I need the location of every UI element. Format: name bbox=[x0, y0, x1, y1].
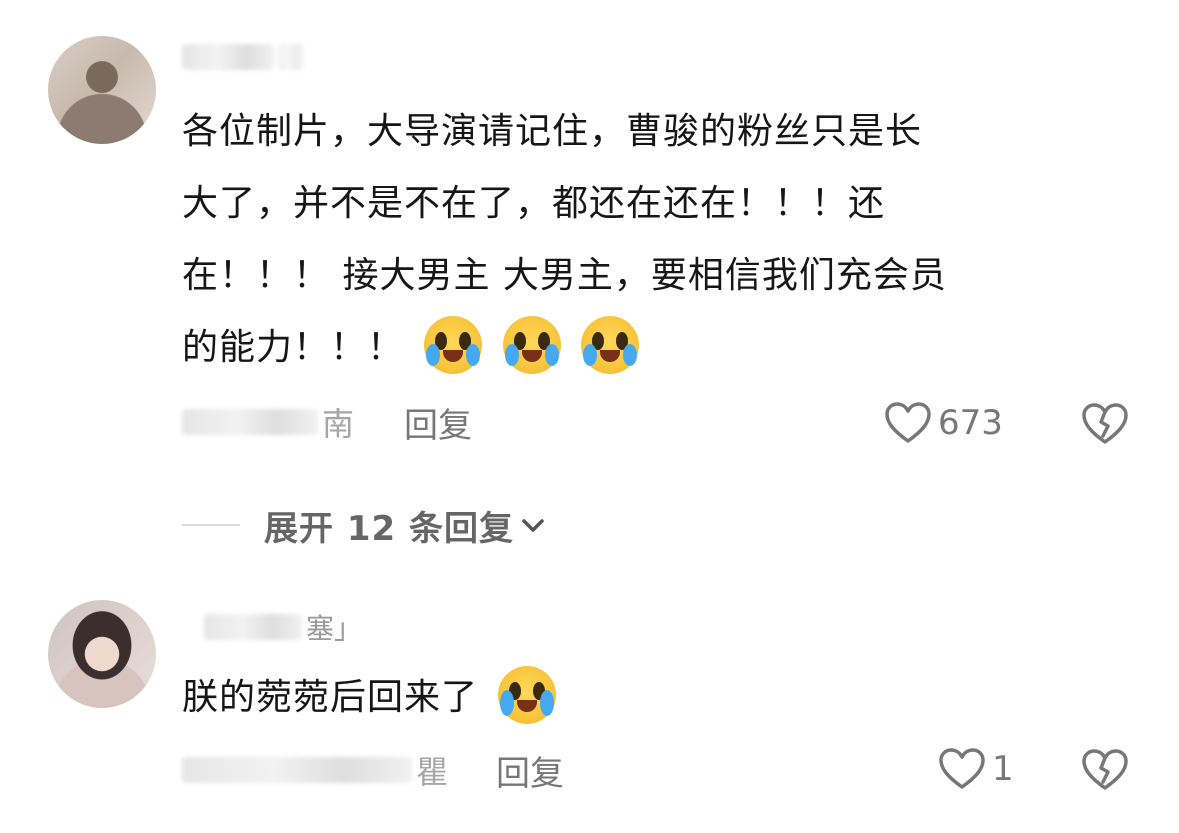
comment-line-last: 的能力！！！ bbox=[182, 312, 1122, 384]
divider-line bbox=[182, 524, 240, 526]
location-suffix: 瞿 bbox=[416, 753, 449, 791]
blurred-date-location bbox=[182, 757, 412, 783]
username-suffix: 塞」 bbox=[306, 612, 363, 645]
comment-text: 各位制片，大导演请记住，曹骏的粉丝只是长 大了，并不是不在了，都还在还在！！！还… bbox=[182, 96, 1122, 384]
comment-line: 在！！！ 接大男主 大男主，要相信我们充会员 bbox=[182, 255, 947, 296]
comment-line: 各位制片，大导演请记住，曹骏的粉丝只是长 bbox=[182, 111, 923, 152]
reply-button[interactable]: 回复 bbox=[496, 746, 564, 795]
crying-emoji bbox=[498, 666, 557, 724]
broken-heart-icon[interactable] bbox=[1080, 398, 1130, 448]
blurred-username bbox=[182, 44, 274, 70]
heart-icon bbox=[939, 748, 985, 789]
expand-replies-button[interactable]: 展开 12 条回复 bbox=[182, 502, 546, 549]
like-count: 1 bbox=[992, 749, 1014, 789]
broken-heart-icon[interactable] bbox=[1080, 744, 1130, 794]
blurred-username-tail bbox=[278, 44, 304, 70]
comment-line: 大了，并不是不在了，都还在还在！！！还 bbox=[182, 183, 886, 224]
like-button[interactable]: 1 bbox=[938, 744, 1014, 794]
tear-joy-emoji bbox=[424, 316, 483, 374]
chevron-down-icon bbox=[522, 519, 544, 532]
expand-replies-label: 展开 12 条回复 bbox=[264, 508, 514, 549]
blurred-date-location bbox=[182, 409, 318, 435]
username[interactable] bbox=[182, 40, 304, 74]
tear-joy-emoji bbox=[502, 316, 561, 374]
comment-line: 的能力！！！ bbox=[182, 327, 405, 368]
reply-button[interactable]: 回复 bbox=[404, 398, 472, 447]
comment-line: 朕的菀菀后回来了 bbox=[182, 677, 479, 718]
like-button[interactable]: 673 bbox=[884, 398, 1003, 448]
avatar[interactable] bbox=[48, 600, 156, 708]
comment-meta: 瞿 回复 bbox=[182, 746, 564, 795]
location-suffix: 南 bbox=[322, 405, 355, 443]
comment-text: 朕的菀菀后回来了 bbox=[182, 662, 1122, 734]
avatar[interactable] bbox=[48, 36, 156, 144]
heart-icon bbox=[885, 402, 931, 443]
tear-joy-emoji bbox=[581, 316, 640, 374]
comment-meta: 南 回复 bbox=[182, 398, 472, 447]
blurred-username bbox=[204, 614, 302, 640]
username[interactable]: 塞」 bbox=[204, 610, 363, 645]
like-count: 673 bbox=[938, 403, 1003, 443]
